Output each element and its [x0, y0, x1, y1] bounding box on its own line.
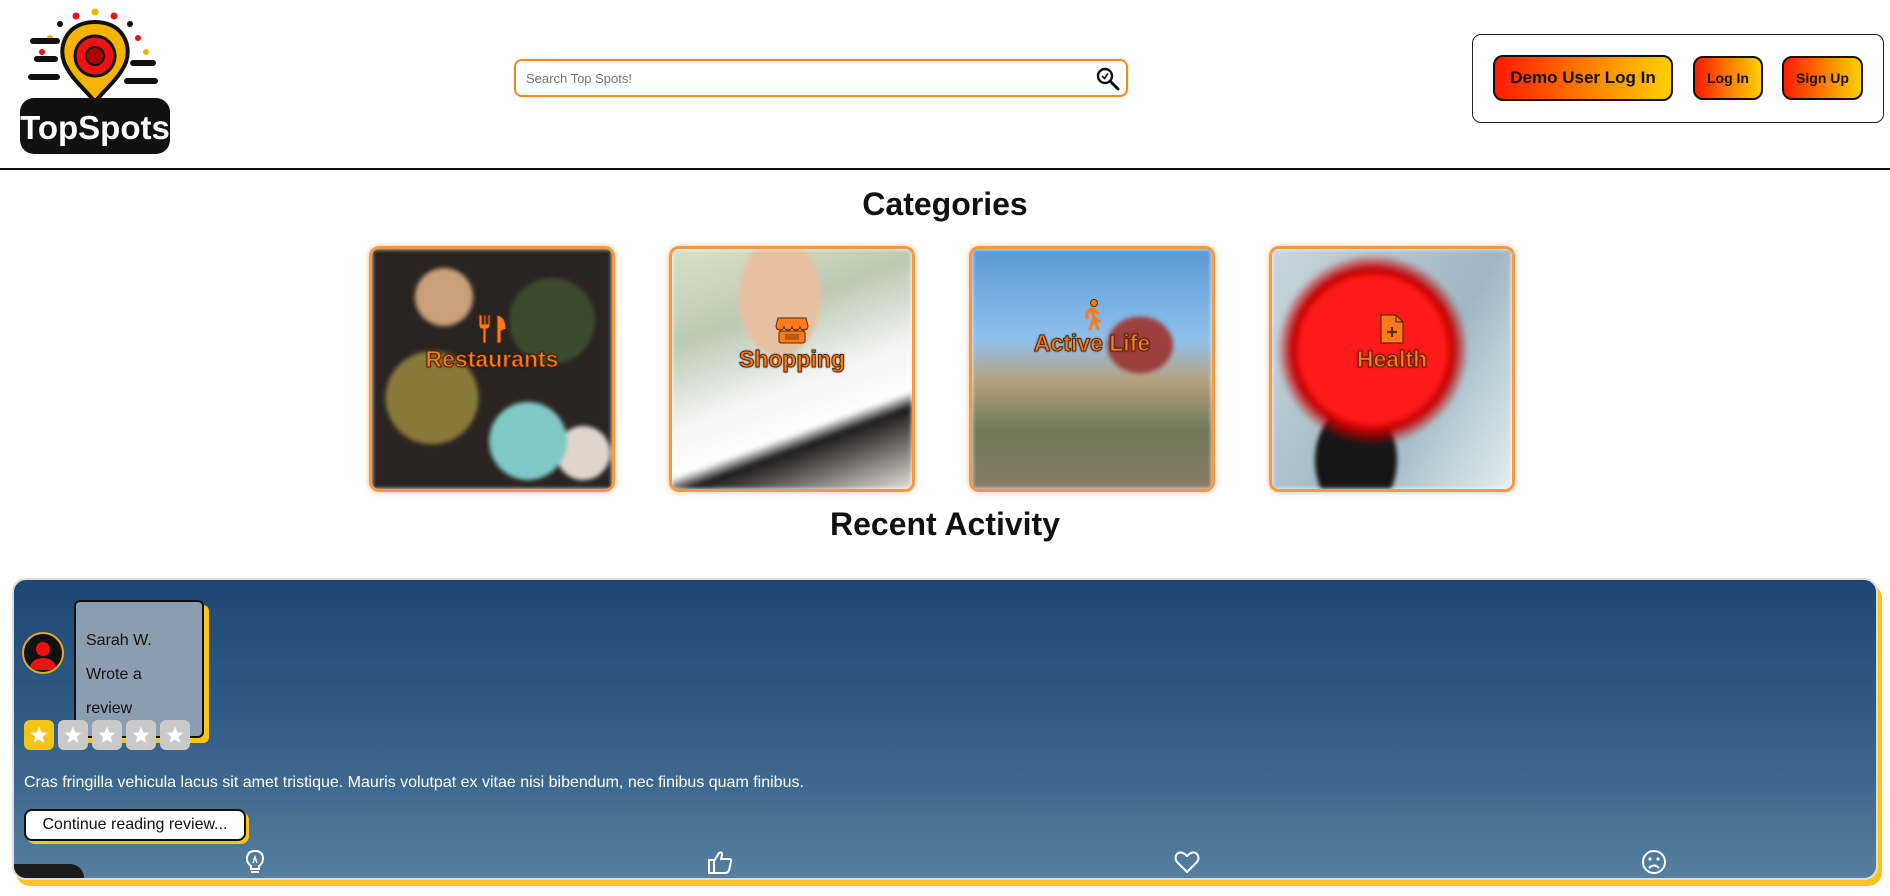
star-rating — [24, 720, 190, 750]
category-restaurants[interactable]: Restaurants — [369, 246, 615, 492]
login-button[interactable]: Log In — [1693, 56, 1763, 100]
category-active-life[interactable]: Active Life — [969, 246, 1215, 492]
background-hill — [14, 864, 84, 878]
category-health[interactable]: Health — [1269, 246, 1515, 492]
user-info-box: Sarah W. Wrote a review — [74, 600, 204, 738]
header: TopSpots Demo User Log In Log In Sign Up — [0, 0, 1890, 170]
category-shopping[interactable]: Shopping — [669, 246, 915, 492]
search-bar[interactable] — [514, 59, 1128, 97]
topspots-logo[interactable]: TopSpots — [20, 8, 170, 156]
active-life-image — [972, 249, 1212, 489]
heart-icon[interactable] — [1173, 848, 1201, 876]
category-label: Shopping — [738, 346, 846, 373]
search-icon[interactable] — [1094, 65, 1122, 93]
continue-reading-button[interactable]: Continue reading review... — [24, 809, 246, 841]
star-icon — [92, 720, 122, 750]
category-label: Health — [1356, 346, 1428, 373]
user-avatar-icon[interactable] — [22, 632, 64, 674]
star-icon — [58, 720, 88, 750]
activity-action: Wrote a review — [86, 666, 142, 717]
lightbulb-icon[interactable] — [241, 848, 269, 876]
activity-card: Sarah W. Wrote a review Cras fringilla v… — [12, 578, 1878, 880]
categories-title: Categories — [862, 186, 1028, 222]
star-icon — [126, 720, 156, 750]
review-text: Cras fringilla vehicula lacus sit amet t… — [24, 774, 804, 791]
thumbs-up-icon[interactable] — [706, 848, 734, 876]
star-icon — [160, 720, 190, 750]
logo-text: TopSpots — [20, 109, 170, 146]
signup-button[interactable]: Sign Up — [1782, 56, 1863, 100]
frown-icon[interactable] — [1640, 848, 1668, 876]
auth-panel: Demo User Log In Log In Sign Up — [1472, 34, 1884, 123]
star-icon — [24, 720, 54, 750]
recent-activity-title: Recent Activity — [830, 506, 1060, 542]
category-label: Restaurants — [425, 346, 559, 373]
user-name[interactable]: Sarah W. — [86, 624, 192, 658]
category-label: Active Life — [1033, 330, 1151, 357]
search-input[interactable] — [516, 61, 1076, 95]
demo-login-button[interactable]: Demo User Log In — [1493, 55, 1673, 101]
